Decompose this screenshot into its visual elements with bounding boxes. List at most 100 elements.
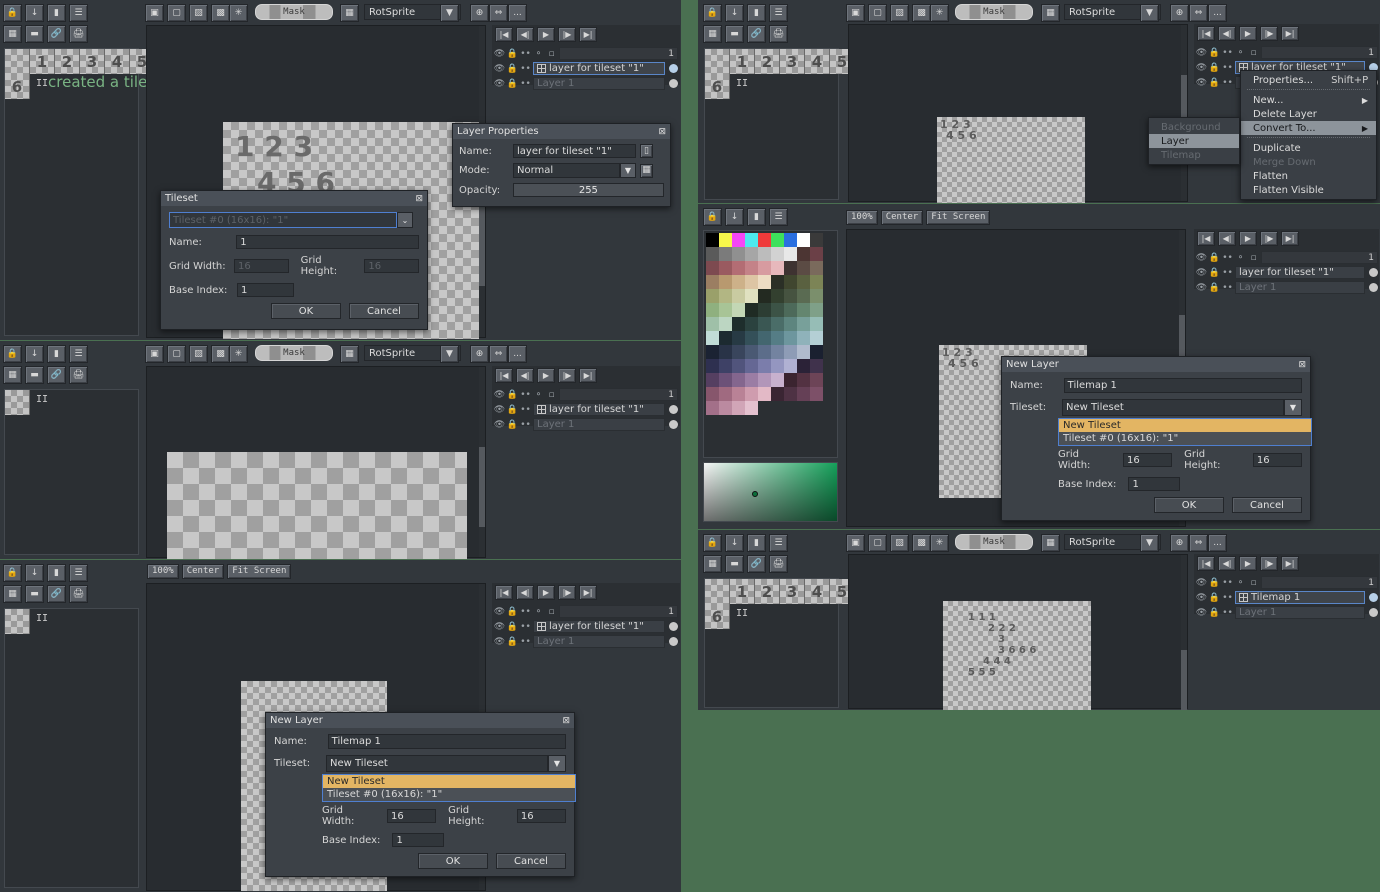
context-menu-item-convert-to[interactable]: Convert To... ▶ [1241, 121, 1376, 135]
prev-frame-button[interactable]: ◀| [1218, 231, 1236, 246]
prev-frame-button[interactable]: ◀| [516, 585, 534, 600]
palette-color-swatch[interactable] [719, 345, 732, 359]
print-icon[interactable]: 🖨 [769, 555, 788, 573]
palette-color-swatch[interactable] [758, 275, 771, 289]
center-button[interactable]: Center [881, 210, 924, 225]
palette-color-swatch[interactable] [797, 373, 810, 387]
dropdown-option-new-tileset[interactable]: New Tileset [1059, 419, 1311, 432]
palette-color-swatch[interactable] [758, 317, 771, 331]
palette-color-swatch[interactable] [732, 261, 745, 275]
continuous-icon[interactable]: •• [520, 621, 531, 633]
ok-button[interactable]: OK [1154, 497, 1224, 513]
palette-color-swatch[interactable] [719, 387, 732, 401]
palette-color-swatch[interactable] [771, 233, 784, 247]
eye-icon[interactable]: 👁 [1196, 62, 1207, 74]
palette-color-swatch[interactable] [719, 303, 732, 317]
palette-color-swatch[interactable] [784, 387, 797, 401]
palette-color-swatch[interactable] [758, 373, 771, 387]
onion-skin-icon[interactable]: ⚬ [1235, 47, 1246, 59]
tile-item[interactable]: 6 [705, 604, 730, 629]
tile-item[interactable] [5, 49, 30, 74]
magic-wand-icon[interactable]: ✳ [930, 4, 949, 22]
palette-color-swatch[interactable] [732, 359, 745, 373]
mask-mode-button[interactable]: Mask [955, 4, 1033, 20]
tile-item[interactable]: 2 [55, 49, 80, 74]
palette-color-swatch[interactable] [771, 261, 784, 275]
palette-color-swatch[interactable] [797, 247, 810, 261]
tile-item[interactable]: 6 [5, 74, 30, 99]
rotation-dropdown-arrow[interactable]: ▼ [440, 345, 459, 363]
first-frame-button[interactable]: |◀ [495, 368, 513, 383]
palette-color-swatch[interactable] [810, 233, 823, 247]
frame-tag-icon[interactable]: ▫ [1248, 252, 1259, 264]
tile-item[interactable]: 3 [780, 49, 805, 74]
eye-icon[interactable]: 👁 [1196, 47, 1207, 59]
palette-color-swatch[interactable] [771, 317, 784, 331]
palette-color-swatch[interactable] [745, 331, 758, 345]
grid-icon[interactable]: ▦ [3, 25, 22, 43]
dropdown-option-new-tileset[interactable]: New Tileset [323, 775, 575, 788]
padlock-icon[interactable]: 🔒 [507, 63, 518, 75]
tile-item[interactable]: 6 [705, 74, 730, 99]
palette-color-swatch[interactable] [797, 303, 810, 317]
link-icon[interactable]: 🔗 [47, 25, 66, 43]
palette-color-swatch[interactable] [732, 345, 745, 359]
palette-color-swatch[interactable] [745, 317, 758, 331]
palette-color-swatch[interactable] [745, 233, 758, 247]
layer-row-tilemap[interactable]: 👁 🔒 •• layer for tileset "1" [494, 402, 678, 417]
selection-intersect-icon[interactable]: ▩ [211, 345, 230, 363]
base-index-input[interactable]: 1 [237, 283, 294, 297]
layer-row-base[interactable]: 👁 🔒 •• Layer 1 [1196, 605, 1378, 620]
canvas-scrollbar-vertical[interactable] [1181, 555, 1187, 708]
tile-item[interactable] [705, 579, 730, 604]
padlock-icon[interactable]: 🔒 [507, 48, 518, 60]
hamburger-icon[interactable]: ☰ [69, 345, 88, 363]
palette-color-swatch[interactable] [771, 303, 784, 317]
pivot-icon[interactable]: ⊕ [1170, 534, 1189, 552]
frame-cell[interactable]: 1 [559, 605, 678, 618]
tile-item[interactable]: 1 [730, 579, 755, 604]
prev-frame-button[interactable]: ◀| [516, 368, 534, 383]
lock-icon[interactable]: 🔒 [703, 208, 722, 226]
onion-skin-icon[interactable]: ⚬ [533, 389, 544, 401]
palette-color-swatch[interactable] [784, 373, 797, 387]
more-options-button[interactable]: ... [1208, 534, 1227, 552]
tile-item[interactable]: 2 [755, 579, 780, 604]
rotation-dropdown-arrow[interactable]: ▼ [1140, 4, 1159, 22]
context-menu-item-duplicate[interactable]: Duplicate [1241, 141, 1376, 155]
palette-color-swatch[interactable] [706, 401, 719, 415]
ok-button[interactable]: OK [418, 853, 488, 869]
opacity-slider[interactable]: 255 [513, 183, 664, 197]
palette-color-swatch[interactable] [810, 317, 823, 331]
palette-color-swatch[interactable] [745, 261, 758, 275]
selection-add-icon[interactable]: ▢ [167, 345, 186, 363]
selection-subtract-icon[interactable]: ▨ [189, 4, 208, 22]
palette-color-swatch[interactable] [745, 345, 758, 359]
chevron-down-icon[interactable]: ▼ [548, 755, 566, 772]
palette-color-swatch[interactable] [758, 233, 771, 247]
next-frame-button[interactable]: |▶ [1260, 556, 1278, 571]
minus-icon[interactable]: ▬ [25, 25, 44, 43]
close-icon[interactable]: ⊠ [658, 127, 666, 137]
chevron-down-icon[interactable]: ⌄ [397, 212, 413, 228]
color-palette-pane[interactable] [703, 230, 838, 458]
palette-grid[interactable] [706, 233, 823, 415]
frame-cell[interactable]: 1 [559, 47, 678, 60]
palette-color-swatch[interactable] [758, 289, 771, 303]
palette-color-swatch[interactable] [758, 247, 771, 261]
continuous-icon[interactable]: •• [520, 63, 531, 75]
palette-color-swatch[interactable] [771, 289, 784, 303]
layer-name-input[interactable]: Tilemap 1 [1064, 378, 1302, 393]
layer-name-cell[interactable]: Layer 1 [533, 77, 665, 90]
layer-cel-dot[interactable] [1369, 593, 1378, 602]
layer-row-base[interactable]: 👁 🔒 •• Layer 1 [494, 417, 678, 432]
palette-color-swatch[interactable] [784, 275, 797, 289]
continuous-icon[interactable]: •• [520, 404, 531, 416]
selection-subtract-icon[interactable]: ▨ [189, 345, 208, 363]
more-options-button[interactable]: ... [508, 4, 527, 22]
palette-color-swatch[interactable] [810, 275, 823, 289]
frame-tag-icon[interactable]: ▫ [546, 389, 557, 401]
padlock-icon[interactable]: 🔒 [1209, 267, 1220, 279]
palette-color-swatch[interactable] [810, 387, 823, 401]
magic-wand-icon[interactable]: ✳ [229, 4, 248, 22]
